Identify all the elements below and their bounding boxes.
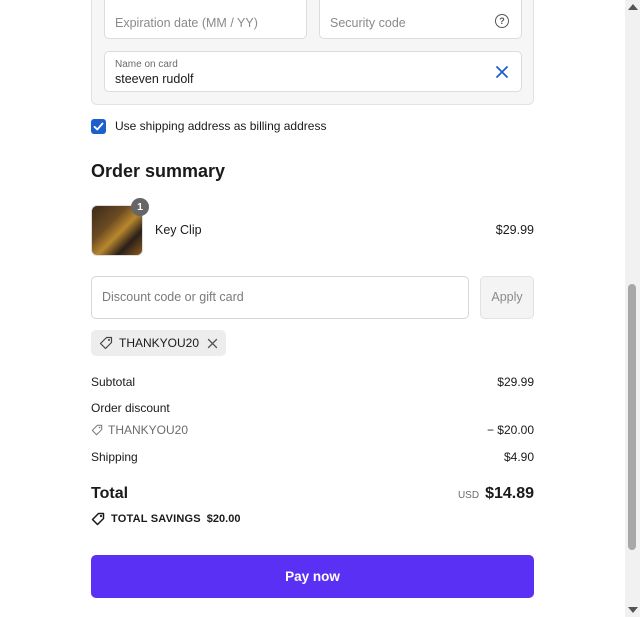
name-on-card-field[interactable]: Name on card steeven rudolf (104, 51, 522, 92)
applied-discount-chip: THANKYOU20 (91, 330, 227, 356)
total-savings: TOTAL SAVINGS $20.00 (91, 512, 240, 526)
remove-discount-icon[interactable] (207, 338, 218, 349)
currency-code: USD (457, 490, 480, 501)
scroll-down-arrow-icon[interactable] (628, 607, 638, 613)
subtotal-label: Subtotal (91, 375, 136, 389)
name-on-card-value: steeven rudolf (115, 72, 194, 86)
discount-code-input[interactable]: Discount code or gift card (91, 276, 469, 319)
help-icon[interactable]: ? (495, 14, 509, 28)
total-value: $14.89 (485, 485, 534, 502)
close-icon[interactable] (495, 65, 509, 79)
discount-code-text: THANKYOU20 (108, 423, 189, 437)
security-placeholder: Security code (330, 16, 406, 30)
expiration-placeholder: Expiration date (MM / YY) (115, 16, 258, 30)
card-details-box: Expiration date (MM / YY) Security code … (91, 0, 534, 105)
expiration-date-field[interactable]: Expiration date (MM / YY) (104, 0, 307, 39)
quantity-badge: 1 (131, 198, 149, 216)
scroll-up-arrow-icon[interactable] (628, 4, 638, 10)
order-discount-label: Order discount (91, 401, 170, 415)
shipping-value: $4.90 (503, 450, 534, 464)
order-summary-title: Order summary (91, 161, 226, 181)
scrollbar-thumb[interactable] (628, 284, 636, 550)
tag-icon (91, 424, 103, 436)
total-label: Total (91, 485, 129, 502)
total-amount: USD $14.89 (458, 485, 534, 503)
product-name: Key Clip (155, 223, 202, 237)
check-icon (93, 122, 104, 130)
applied-code: THANKYOU20 (119, 336, 200, 350)
billing-address-option[interactable]: Use shipping address as billing address (91, 117, 326, 135)
discount-value: − $20.00 (486, 423, 534, 437)
billing-checkbox[interactable] (91, 118, 106, 134)
name-on-card-label: Name on card (115, 59, 178, 70)
product-price: $29.99 (495, 223, 534, 237)
apply-button[interactable]: Apply (480, 276, 534, 319)
savings-value: $20.00 (206, 513, 241, 525)
page-scrollbar[interactable] (625, 0, 640, 617)
tag-icon (99, 336, 113, 350)
billing-checkbox-label: Use shipping address as billing address (115, 119, 327, 133)
discount-code: THANKYOU20 (91, 423, 188, 437)
discount-placeholder: Discount code or gift card (102, 290, 244, 304)
savings-label: TOTAL SAVINGS (111, 513, 201, 525)
security-code-field[interactable]: Security code ? (319, 0, 522, 39)
pay-now-button[interactable]: Pay now (91, 555, 534, 598)
subtotal-value: $29.99 (497, 375, 534, 389)
savings-tag-icon (91, 512, 105, 526)
shipping-label: Shipping (91, 450, 138, 464)
